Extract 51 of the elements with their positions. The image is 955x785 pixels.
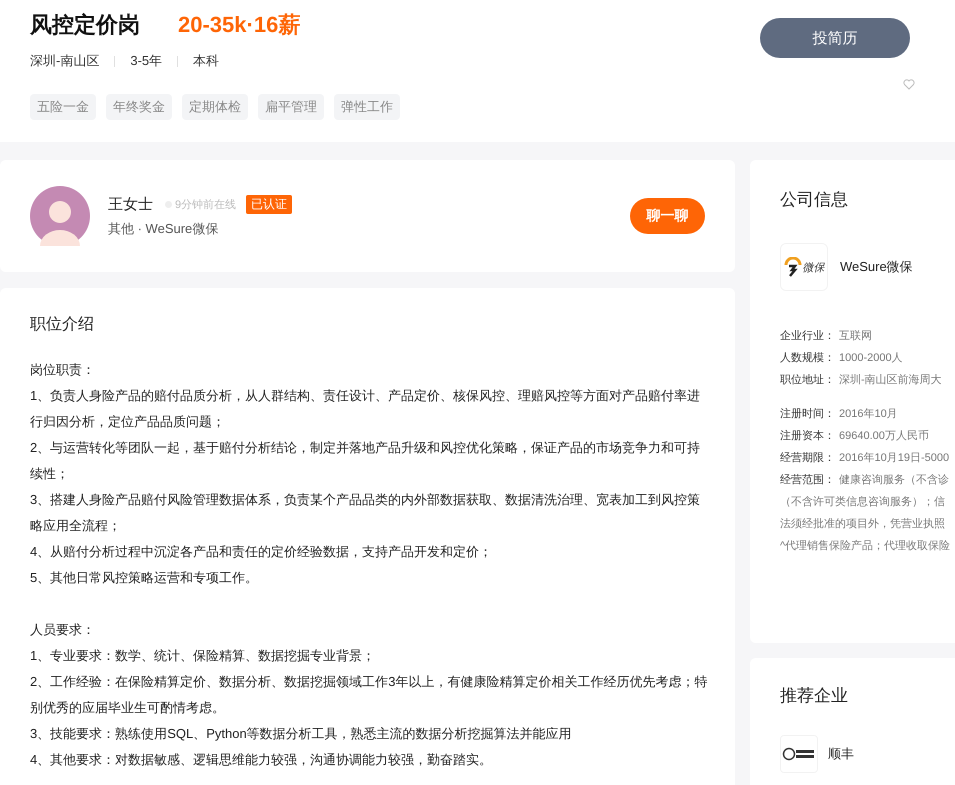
description-line: 2、工作经验：在保险精算定价、数据分析、数据挖掘领域工作3年以上，有健康险精算定价相关工作经历优先考虑；特别优秀的应届毕业生可酌情考虑。 [30, 673, 708, 717]
avatar-icon [30, 186, 90, 246]
verified-badge: 已认证 [246, 194, 292, 214]
info-label: 经营期限： [780, 451, 836, 466]
section-heading: 岗位职责： [30, 361, 96, 379]
info-label: 企业行业： [780, 329, 836, 344]
apply-button[interactable]: 投简历 [760, 18, 910, 58]
description-line: 4、其他要求：对数据敏感、逻辑思维能力较强，沟通协调能力较强，勤奋踏实。 [30, 751, 494, 769]
section-title: 公司信息 [780, 189, 849, 211]
info-value: 2016年10月19日-5000 [839, 451, 950, 466]
info-label: 人数规模： [780, 351, 836, 366]
benefit-tag: 五险一金 [30, 94, 96, 120]
company-name[interactable]: WeSure微保 [840, 258, 913, 276]
section-heading: 人员要求： [30, 621, 96, 639]
description-line: 2、与运营转化等团队一起，基于赔付分析结论，制定并落地产品升级和风控优化策略，保证产品的市场竞争力和可持续性； [30, 439, 702, 483]
salary: 20-35k·16薪 [178, 11, 300, 39]
description-line: 1、负责人身险产品的赔付品质分析，从人群结构、责任设计、产品定价、核保风控、理赔风控等方面对产品赔付率进行归因分析，定位产品品质问题； [30, 387, 702, 431]
info-value: 健康咨询服务（不含诊 [839, 472, 949, 488]
section-title: 推荐企业 [780, 685, 849, 707]
info-value: 2016年10月 [839, 407, 898, 422]
benefit-tag: 年终奖金 [106, 94, 172, 120]
job-meta: 本科 [193, 52, 220, 70]
info-value: 深圳-南山区前海周大 [839, 373, 942, 388]
info-value: 1000-2000人 [839, 351, 903, 366]
info-value: （不含许可类信息咨询服务）；信 [780, 495, 946, 510]
description-line: 5、其他日常风控策略运营和专项工作。 [30, 569, 260, 587]
recruiter-name: 王女士 [108, 194, 153, 214]
description-line: 1、专业要求：数学、统计、保险精算、数据挖掘专业背景； [30, 647, 376, 665]
info-label: 职位地址： [780, 373, 836, 388]
company-logo[interactable]: 微保 [780, 243, 828, 291]
info-value: 互联网 [839, 329, 872, 344]
info-value: ^代理销售保险产品；代理收取保险 [780, 538, 950, 554]
section-title: 职位介绍 [30, 315, 95, 335]
benefit-tag: 定期体检 [182, 94, 248, 120]
company-logo-icon[interactable] [780, 735, 818, 773]
description-line: 4、从赔付分析过程中沉淀各产品和责任的定价经验数据，支持产品开发和定价； [30, 543, 494, 561]
description-line: 3、技能要求：熟练使用SQL、Python等数据分析工具，熟悉主流的数据分析挖掘算法并能应用 [30, 725, 573, 743]
info-label: 经营范围： [780, 473, 836, 488]
info-label: 注册时间： [780, 406, 836, 422]
online-status: 9分钟前在线 [175, 198, 236, 212]
job-meta: 3-5年 [130, 52, 162, 70]
recruiter-company: 其他 · WeSure微保 [108, 220, 220, 238]
job-title: 风控定价岗 [30, 11, 140, 39]
info-value: 法须经批准的项目外，凭营业执照 [780, 517, 946, 532]
benefit-tag: 弹性工作 [334, 94, 400, 120]
info-label: 注册资本： [780, 428, 836, 444]
description-line: 3、搭建人身险产品赔付风险管理数据体系，负责某个产品品类的内外部数据获取、数据清洗治理、宽表加工到风控策略应用全流程； [30, 491, 702, 535]
benefit-tag: 扁平管理 [258, 94, 324, 120]
company-name[interactable]: 顺丰 [828, 745, 854, 763]
job-meta: 深圳-南山区 [30, 52, 100, 70]
info-value: 69640.00万人民币 [839, 429, 929, 444]
